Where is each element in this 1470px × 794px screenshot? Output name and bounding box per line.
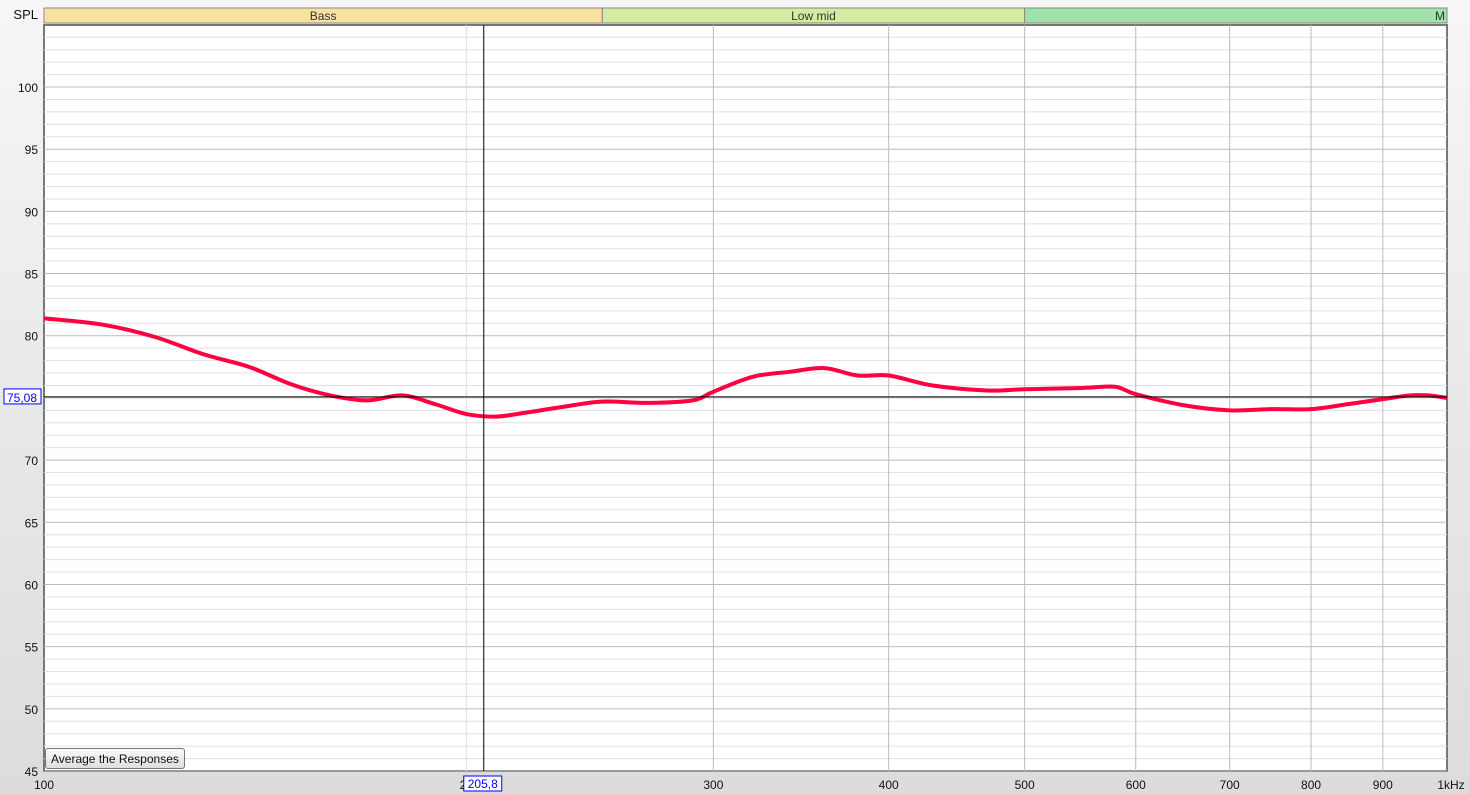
y-tick-label: 70 (25, 454, 39, 468)
x-tick-label: 700 (1220, 778, 1240, 792)
x-tick-label: 800 (1301, 778, 1321, 792)
average-responses-button[interactable]: Average the Responses (45, 748, 185, 769)
frequency-response-chart[interactable]: Bass Low mid MSPL100 2 300 400 500 600 700 800 900… (0, 0, 1470, 794)
y-tick-label: 95 (25, 143, 39, 157)
y-tick-label: 90 (25, 205, 39, 219)
y-tick-label: 45 (25, 765, 39, 779)
y-tick-label: 60 (25, 578, 39, 592)
y-tick-label: 65 (25, 516, 39, 530)
cursor-y-readout: 75,08 (7, 391, 37, 405)
x-tick-label: 900 (1373, 778, 1393, 792)
x-tick-label: 400 (879, 778, 899, 792)
x-tick-label: 600 (1126, 778, 1146, 792)
x-tick-label: 100 (34, 778, 54, 792)
band-label-2: M (1435, 9, 1445, 23)
x-tick-label: 1kHz (1437, 778, 1464, 792)
band-label-0: Bass (310, 9, 337, 23)
y-tick-label: 80 (25, 330, 39, 344)
y-tick-label: 85 (25, 268, 39, 282)
band-2 (1024, 7, 1448, 24)
cursor-x-readout: 205,8 (468, 777, 498, 791)
y-tick-label: 100 (18, 81, 38, 95)
band-label-1: Low mid (791, 9, 836, 23)
y-tick-label: 50 (25, 703, 39, 717)
x-tick-label: 300 (703, 778, 723, 792)
x-tick-label: 500 (1015, 778, 1035, 792)
y-axis-label: SPL (13, 7, 38, 22)
y-tick-label: 55 (25, 641, 39, 655)
